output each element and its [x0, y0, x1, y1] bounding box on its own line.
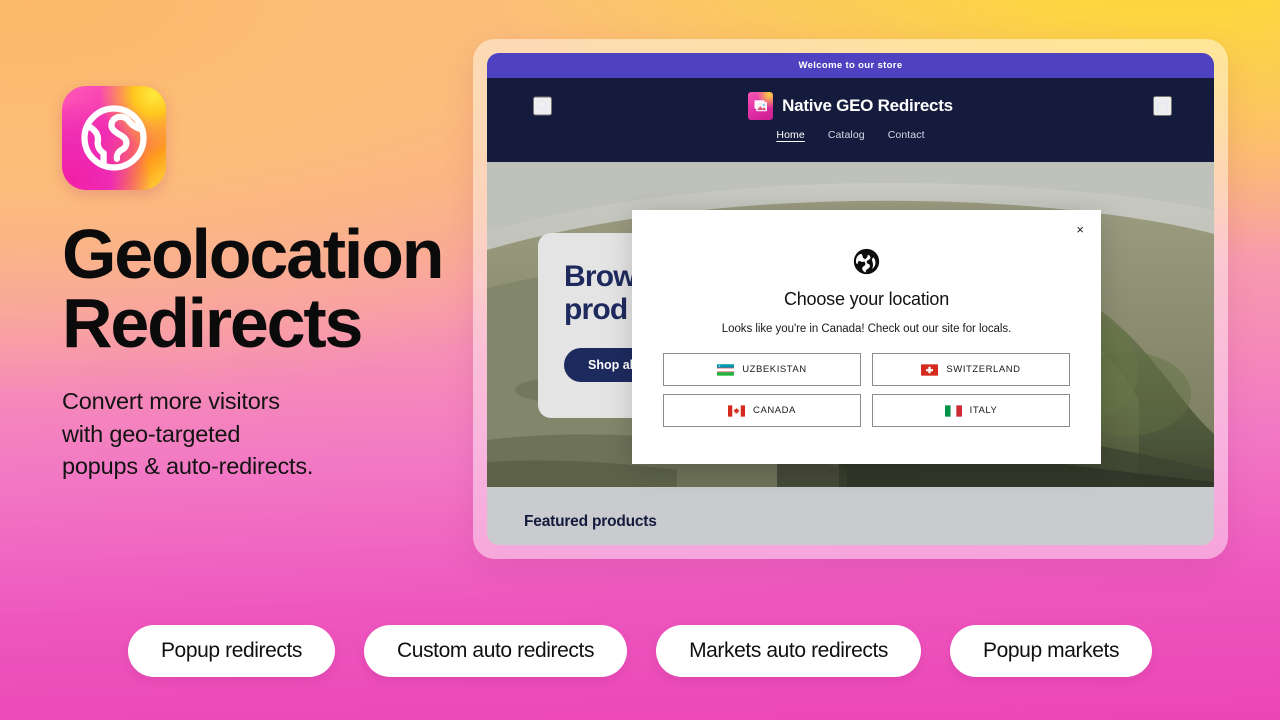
feature-pill-markets-auto-redirects[interactable]: Markets auto redirects [656, 625, 922, 677]
modal-overlay: × Choose your location Looks like you're… [487, 53, 1214, 545]
subtitle-line-1: Convert more visitors [62, 388, 280, 415]
switzerland-flag [921, 363, 939, 376]
country-button-canada[interactable]: CANADA [663, 394, 861, 427]
feature-pill-popup-markets[interactable]: Popup markets [950, 625, 1153, 677]
app-icon [62, 86, 166, 190]
page-title: Geolocation Redirects [62, 219, 482, 362]
headline-line-2: Redirects [62, 283, 363, 362]
feature-pill-row: Popup redirects Custom auto redirects Ma… [0, 625, 1280, 677]
modal-globe-wrap [663, 248, 1070, 275]
country-options: UZBEKISTAN SWITZERLAND CANADA ITALY [663, 353, 1070, 427]
storefront-screen: Welcome to our store Native GEO Redirect… [487, 53, 1214, 545]
feature-pill-custom-auto-redirects[interactable]: Custom auto redirects [364, 625, 628, 677]
country-label: CANADA [753, 405, 796, 416]
globe-icon [853, 248, 880, 275]
country-label: SWITZERLAND [946, 364, 1021, 375]
country-button-italy[interactable]: ITALY [872, 394, 1070, 427]
marketing-panel: Geolocation Redirects Convert more visit… [62, 86, 482, 482]
uzbekistan-flag [717, 363, 735, 376]
country-label: UZBEKISTAN [742, 364, 807, 375]
country-label: ITALY [969, 405, 998, 416]
canada-flag [728, 404, 746, 417]
close-icon[interactable]: × [1072, 219, 1088, 240]
feature-pill-popup-redirects[interactable]: Popup redirects [127, 625, 336, 677]
subtitle-line-2: with geo-targeted [62, 420, 241, 447]
headline-line-1: Geolocation [62, 215, 444, 293]
italy-flag [944, 404, 962, 417]
country-button-uzbekistan[interactable]: UZBEKISTAN [663, 353, 861, 386]
globe-icon [81, 105, 147, 171]
modal-description: Looks like you're in Canada! Check out o… [721, 323, 1012, 335]
geolocation-modal: × Choose your location Looks like you're… [632, 210, 1101, 464]
storefront-mockup-frame: Welcome to our store Native GEO Redirect… [473, 39, 1228, 559]
subtitle: Convert more visitors with geo-targeted … [62, 385, 482, 482]
modal-title: Choose your location [783, 289, 950, 309]
subtitle-line-3: popups & auto-redirects. [62, 453, 314, 480]
country-button-switzerland[interactable]: SWITZERLAND [872, 353, 1070, 386]
